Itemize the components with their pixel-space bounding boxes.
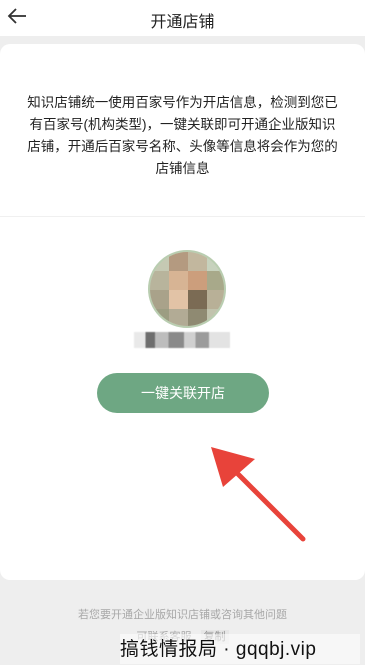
one-click-link-open-shop-button[interactable]: 一键关联开店: [97, 373, 269, 413]
page-title: 开通店铺: [150, 14, 215, 31]
notice-text: 知识店铺统一使用百家号作为开店信息，检测到您已有百家号(机构类型)，一键关联即可…: [27, 95, 338, 176]
nav-bar: 开通店铺: [0, 0, 365, 36]
footer-help-text: 若您要开通企业版知识店铺或咨询其他问题: [78, 609, 287, 621]
red-arrow-annotation: [211, 447, 306, 542]
shop-card: 知识店铺统一使用百家号作为开店信息，检测到您已有百家号(机构类型)，一键关联即可…: [0, 44, 365, 580]
account-name-blurred: [134, 332, 230, 348]
avatar: [148, 250, 226, 328]
watermark-text: 搞钱情报局 · gqqbj.vip: [120, 634, 360, 664]
divider: [0, 216, 365, 217]
